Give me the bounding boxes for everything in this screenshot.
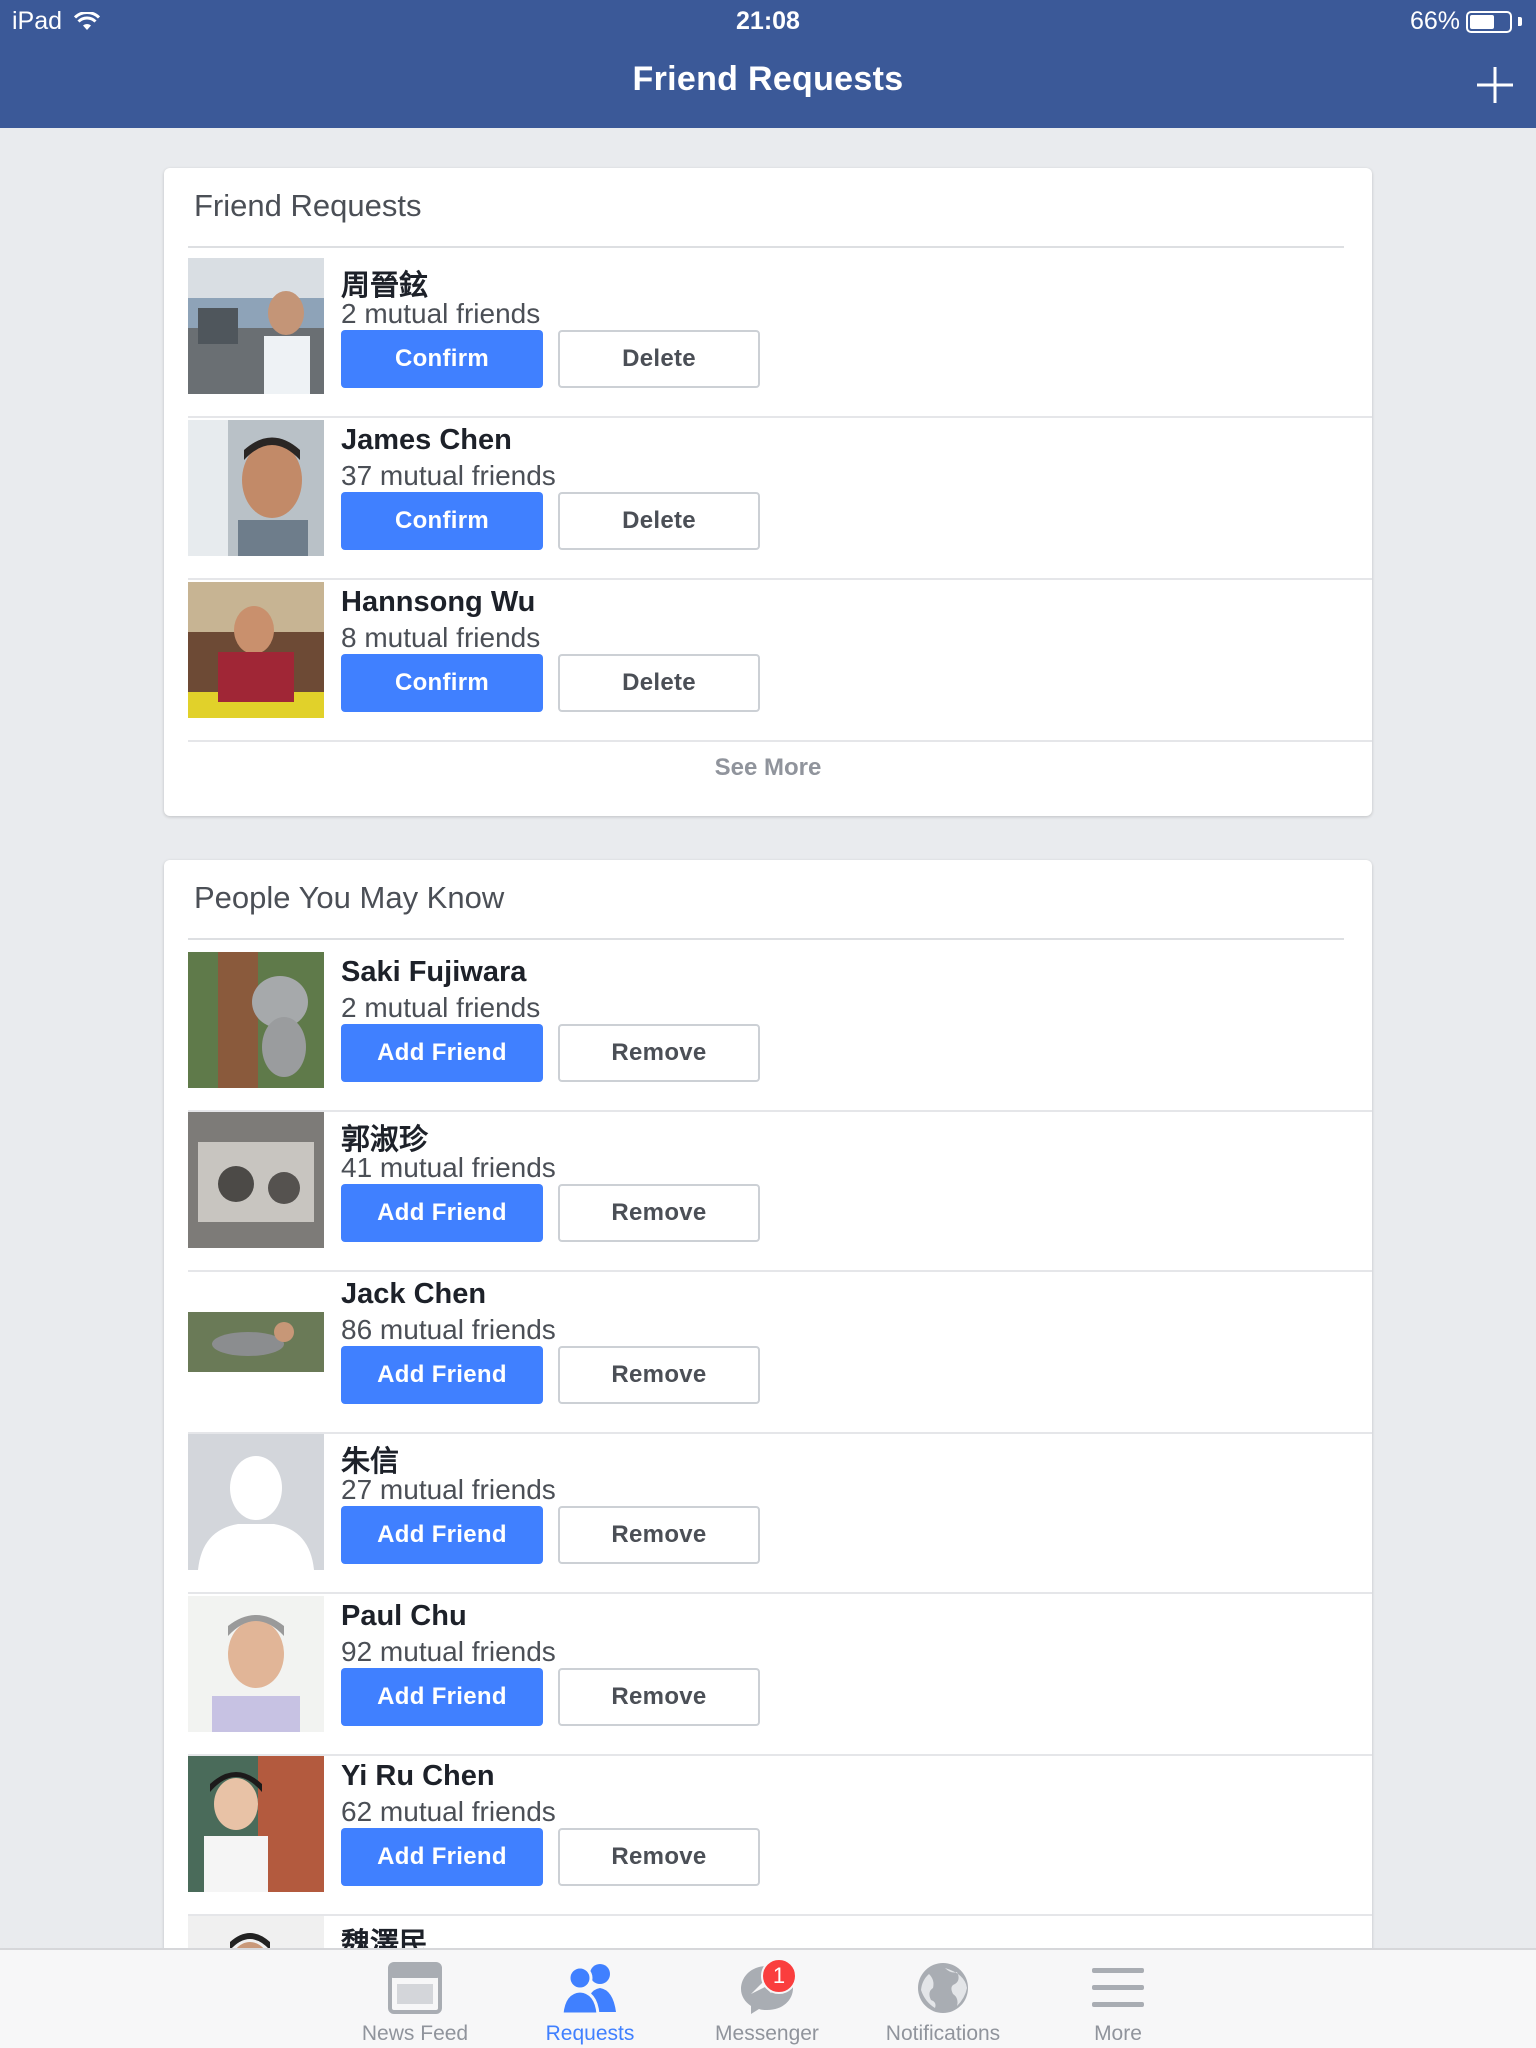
tab-label: Requests bbox=[545, 2022, 635, 2045]
suggestion-row: Jack Chen 86 mutual friends Add Friend R… bbox=[188, 1274, 1372, 1434]
confirm-button[interactable]: Confirm bbox=[341, 330, 543, 388]
tab-label: More bbox=[1094, 2022, 1142, 2045]
delete-button[interactable]: Delete bbox=[558, 654, 760, 712]
remove-button[interactable]: Remove bbox=[558, 1024, 760, 1082]
news-feed-icon bbox=[388, 1962, 442, 2014]
page-title: Friend Requests bbox=[632, 60, 904, 98]
person-name[interactable]: Jack Chen bbox=[341, 1278, 486, 1311]
plus-icon bbox=[1477, 67, 1513, 103]
remove-button[interactable]: Remove bbox=[558, 1668, 760, 1726]
avatar[interactable] bbox=[188, 258, 324, 394]
person-name[interactable]: Hannsong Wu bbox=[341, 586, 535, 619]
battery-percent: 66% bbox=[1409, 7, 1460, 35]
default-avatar-icon bbox=[188, 1434, 324, 1570]
add-friend-button[interactable]: Add Friend bbox=[341, 1346, 543, 1404]
notification-badge: 1 bbox=[761, 1958, 797, 1994]
friend-request-row: 周晉鉉 2 mutual friends Confirm Delete bbox=[188, 258, 1372, 418]
avatar[interactable] bbox=[188, 1274, 324, 1410]
menu-icon bbox=[1092, 1968, 1144, 2007]
remove-button[interactable]: Remove bbox=[558, 1184, 760, 1242]
tab-label: Messenger bbox=[715, 2022, 819, 2045]
globe-icon bbox=[918, 1963, 968, 2013]
top-navigation-bar: iPad 21:08 66% Friend Requests bbox=[0, 0, 1536, 128]
avatar[interactable] bbox=[188, 1596, 324, 1732]
bottom-tab-bar: News Feed Requests 1 Messenger Notificat… bbox=[0, 1948, 1536, 2048]
friend-requests-card: Friend Requests 周晉鉉 2 mutual friends Con… bbox=[164, 168, 1372, 816]
requests-icon bbox=[560, 1964, 616, 2016]
mutual-friends[interactable]: 2 mutual friends bbox=[341, 298, 540, 330]
person-name[interactable]: Yi Ru Chen bbox=[341, 1760, 495, 1793]
person-name[interactable]: Paul Chu bbox=[341, 1600, 467, 1633]
avatar[interactable] bbox=[188, 582, 324, 718]
friend-request-row: Hannsong Wu 8 mutual friends Confirm Del… bbox=[188, 582, 1372, 742]
person-name[interactable]: James Chen bbox=[341, 424, 512, 457]
tab-messenger[interactable]: 1 Messenger bbox=[692, 1958, 842, 2046]
suggestion-row: Saki Fujiwara 2 mutual friends Add Frien… bbox=[188, 952, 1372, 1112]
tab-label: Notifications bbox=[885, 2022, 1001, 2045]
add-friend-button[interactable]: Add Friend bbox=[341, 1184, 543, 1242]
person-name[interactable]: Saki Fujiwara bbox=[341, 956, 526, 989]
card-title: Friend Requests bbox=[194, 188, 422, 223]
mutual-friends[interactable]: 62 mutual friends bbox=[341, 1796, 556, 1828]
status-bar: iPad 21:08 66% bbox=[0, 0, 1536, 40]
avatar[interactable] bbox=[188, 1756, 324, 1892]
friend-request-row: James Chen 37 mutual friends Confirm Del… bbox=[188, 420, 1372, 580]
tab-label: News Feed bbox=[361, 2022, 469, 2045]
remove-button[interactable]: Remove bbox=[558, 1506, 760, 1564]
remove-button[interactable]: Remove bbox=[558, 1346, 760, 1404]
avatar[interactable] bbox=[188, 420, 324, 556]
confirm-button[interactable]: Confirm bbox=[341, 654, 543, 712]
confirm-button[interactable]: Confirm bbox=[341, 492, 543, 550]
battery-icon bbox=[1466, 10, 1512, 33]
mutual-friends[interactable]: 2 mutual friends bbox=[341, 992, 540, 1024]
delete-button[interactable]: Delete bbox=[558, 330, 760, 388]
add-button[interactable] bbox=[1470, 60, 1520, 110]
avatar[interactable] bbox=[188, 952, 324, 1088]
see-more-link[interactable]: See More bbox=[164, 754, 1372, 782]
card-title: People You May Know bbox=[194, 880, 505, 915]
mutual-friends[interactable]: 92 mutual friends bbox=[341, 1636, 556, 1668]
add-friend-button[interactable]: Add Friend bbox=[341, 1506, 543, 1564]
mutual-friends[interactable]: 37 mutual friends bbox=[341, 460, 556, 492]
mutual-friends[interactable]: 86 mutual friends bbox=[341, 1314, 556, 1346]
tab-news-feed[interactable]: News Feed bbox=[340, 1960, 490, 2046]
people-you-may-know-card: People You May Know Saki Fujiwara 2 mutu… bbox=[164, 860, 1372, 1980]
mutual-friends[interactable]: 27 mutual friends bbox=[341, 1474, 556, 1506]
suggestion-row: 郭淑珍 41 mutual friends Add Friend Remove bbox=[188, 1112, 1372, 1272]
add-friend-button[interactable]: Add Friend bbox=[341, 1024, 543, 1082]
suggestion-row: Paul Chu 92 mutual friends Add Friend Re… bbox=[188, 1596, 1372, 1756]
add-friend-button[interactable]: Add Friend bbox=[341, 1828, 543, 1886]
avatar[interactable] bbox=[188, 1434, 324, 1570]
avatar[interactable] bbox=[188, 1112, 324, 1248]
battery-status: 66% bbox=[1410, 7, 1522, 36]
tab-more[interactable]: More bbox=[1043, 1960, 1193, 2046]
suggestion-row: 朱信 27 mutual friends Add Friend Remove bbox=[188, 1434, 1372, 1594]
suggestion-row: Yi Ru Chen 62 mutual friends Add Friend … bbox=[188, 1756, 1372, 1916]
mutual-friends[interactable]: 8 mutual friends bbox=[341, 622, 540, 654]
tab-requests[interactable]: Requests bbox=[515, 1960, 665, 2046]
tab-notifications[interactable]: Notifications bbox=[868, 1960, 1018, 2046]
mutual-friends[interactable]: 41 mutual friends bbox=[341, 1152, 556, 1184]
delete-button[interactable]: Delete bbox=[558, 492, 760, 550]
add-friend-button[interactable]: Add Friend bbox=[341, 1668, 543, 1726]
remove-button[interactable]: Remove bbox=[558, 1828, 760, 1886]
status-time: 21:08 bbox=[736, 7, 800, 35]
